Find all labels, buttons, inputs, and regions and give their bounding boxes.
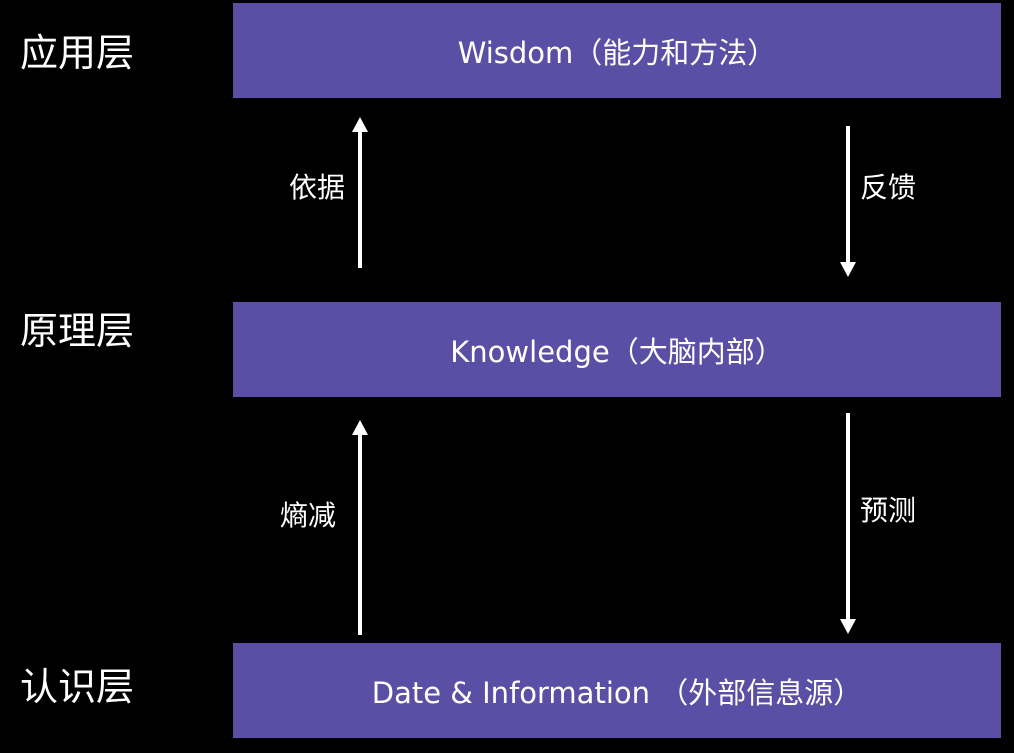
arrow-up-entropy-reduction <box>352 420 368 635</box>
arrow-down-feedback <box>840 126 856 277</box>
edge-label-feedback: 反馈 <box>860 171 917 204</box>
edge-label-entropy-reduction: 熵减 <box>280 499 337 532</box>
edge-label-basis: 依据 <box>289 171 346 204</box>
arrow-down-prediction <box>840 413 856 634</box>
edge-label-prediction: 预测 <box>860 494 917 527</box>
arrows-layer <box>352 117 856 635</box>
arrow-up-basis <box>352 117 368 268</box>
